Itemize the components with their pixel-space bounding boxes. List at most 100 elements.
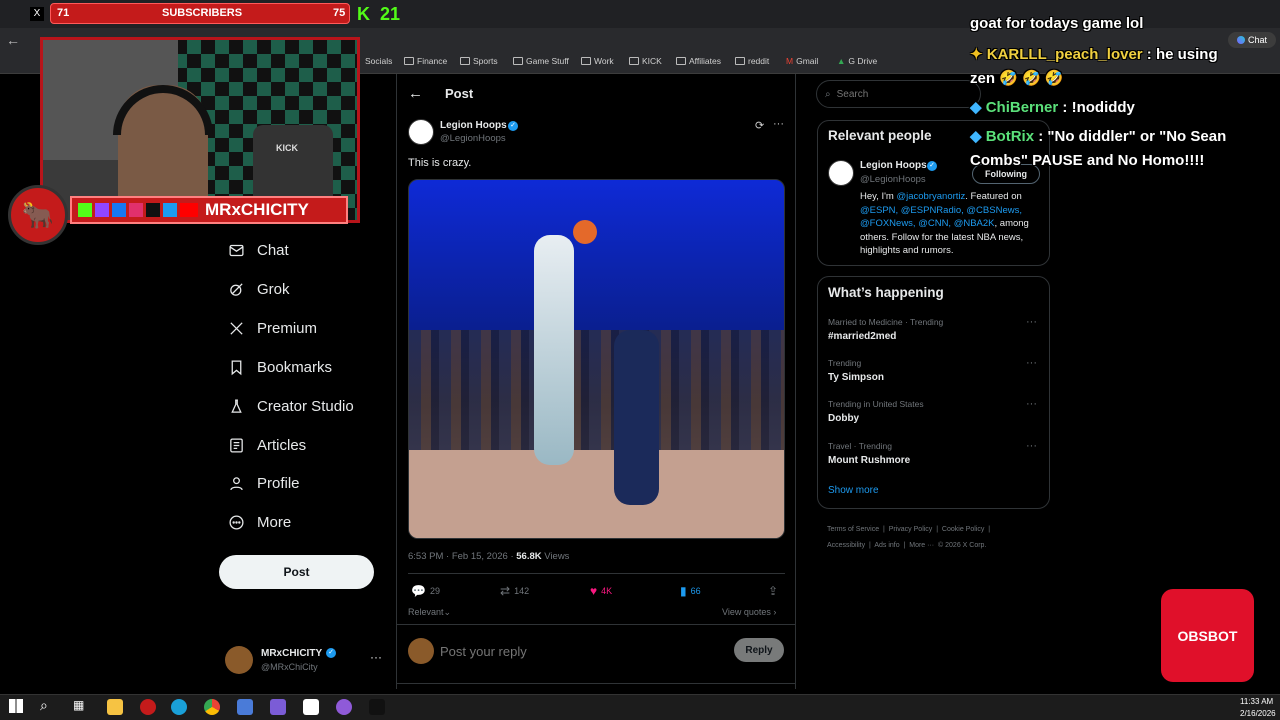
task-view-icon[interactable]: ▦: [73, 698, 84, 712]
relevant-sort[interactable]: Relevant⌄: [408, 607, 451, 618]
bookmark-affiliates[interactable]: Affiliates: [676, 56, 721, 66]
footer-ads[interactable]: Ads info: [874, 542, 899, 549]
repost-action[interactable]: ⇄ 142: [500, 584, 529, 598]
app-grid-icon[interactable]: [270, 699, 286, 715]
search-input[interactable]: [836, 88, 957, 100]
file-explorer-icon[interactable]: [107, 699, 123, 715]
capcut-icon[interactable]: [303, 699, 319, 715]
app-icon[interactable]: [140, 699, 156, 715]
account-more-icon[interactable]: ···: [370, 650, 382, 664]
bookmark-work[interactable]: Work: [581, 56, 614, 66]
footer-terms[interactable]: Terms of Service: [827, 526, 879, 533]
bio-text: Hey, I'm: [860, 191, 897, 202]
edge-icon[interactable]: [171, 699, 187, 715]
relevant-name[interactable]: Legion Hoops: [860, 160, 927, 171]
chat-line: ◆ BotRix : "No diddler" or "No Sean: [970, 127, 1226, 145]
bookmark-finance[interactable]: Finance: [404, 56, 447, 66]
bookmark-label: Gmail: [796, 56, 819, 66]
clock-date[interactable]: 2/16/2026: [1240, 709, 1276, 718]
bio-mention[interactable]: @jacobryanortiz: [896, 191, 965, 202]
nav-grok[interactable]: Grok: [228, 281, 290, 298]
reply-input[interactable]: [440, 640, 720, 662]
bookmark-action[interactable]: ▮ 66: [680, 584, 701, 598]
bookmark-gmail[interactable]: M Gmail: [786, 56, 818, 66]
footer-cookie[interactable]: Cookie Policy: [942, 526, 984, 533]
nav-premium[interactable]: Premium: [228, 320, 317, 337]
nav-bookmarks[interactable]: Bookmarks: [228, 359, 332, 376]
trend-more-icon[interactable]: ···: [1026, 357, 1037, 369]
bookmark-reddit[interactable]: reddit: [735, 56, 769, 66]
relevant-handle[interactable]: @LegionHoops: [860, 174, 926, 185]
view-quotes-link[interactable]: View quotes ›: [722, 607, 776, 617]
app-icon[interactable]: [237, 699, 253, 715]
like-action[interactable]: ♥ 4K: [590, 584, 612, 598]
grok-analyze-icon[interactable]: ⟳: [755, 119, 764, 132]
bookmark-icon: [231, 360, 242, 376]
back-arrow-icon[interactable]: ←: [6, 32, 20, 48]
reply-button[interactable]: Reply: [734, 638, 784, 662]
trend-item[interactable]: Married to Medicine · Trending #married2m…: [828, 317, 943, 342]
show-more-link[interactable]: Show more: [828, 485, 879, 496]
bookmark-label: KICK: [642, 56, 662, 66]
tab-x[interactable]: X: [30, 7, 44, 21]
tiktok-taskbar-icon[interactable]: [369, 699, 385, 715]
whats-happening-card: [817, 276, 1050, 509]
reply-divider-bottom: [397, 683, 795, 684]
chat-text: : he using: [1142, 46, 1218, 63]
reply-count: 29: [429, 586, 440, 596]
clock-time[interactable]: 11:33 AM: [1240, 697, 1273, 706]
trend-more-icon[interactable]: ···: [1026, 398, 1037, 410]
chat-line: goat for todays game lol: [970, 15, 1143, 32]
share-icon[interactable]: ⇪: [768, 584, 778, 598]
sub-count-right: 75: [333, 7, 346, 19]
drive-icon: ▲: [837, 56, 846, 66]
column-divider-right: [795, 74, 796, 689]
post-more-icon[interactable]: ···: [773, 118, 784, 130]
instagram-icon: [129, 203, 143, 217]
chat-user: KARLLL_peach_lover: [986, 46, 1143, 63]
trend-item[interactable]: Trending in United States Dobby: [828, 399, 924, 424]
app-icon[interactable]: [336, 699, 352, 715]
account-switcher[interactable]: MRxCHICITY ✓ @MRxChiCity ···: [225, 646, 385, 676]
author-avatar[interactable]: [408, 119, 434, 145]
trend-more-icon[interactable]: ···: [1026, 440, 1037, 452]
nav-profile[interactable]: Profile: [228, 475, 300, 492]
trend-item[interactable]: Trending Ty Simpson: [828, 358, 884, 383]
chrome-icon[interactable]: [204, 699, 220, 715]
bookmark-label: Socials: [365, 56, 393, 66]
chat-pill-button[interactable]: Chat: [1228, 32, 1276, 48]
nav-chat[interactable]: Chat: [228, 242, 289, 259]
post-video[interactable]: [408, 179, 785, 539]
nav-more[interactable]: More: [228, 514, 291, 531]
trend-more-icon[interactable]: ···: [1026, 316, 1037, 328]
search-taskbar-icon[interactable]: ⌕: [40, 697, 48, 714]
nav-articles[interactable]: Articles: [228, 437, 306, 454]
footer-more[interactable]: More ···: [909, 542, 934, 549]
relevant-avatar[interactable]: [828, 160, 854, 186]
folder-icon: [581, 57, 591, 65]
bookmark-game-stuff[interactable]: Game Stuff: [513, 56, 569, 66]
repost-count: 142: [514, 586, 530, 596]
search-box[interactable]: ⌕: [816, 80, 981, 108]
author-name[interactable]: Legion Hoops: [440, 120, 507, 131]
back-arrow-icon[interactable]: ←: [408, 85, 423, 102]
reply-action[interactable]: 💬 29: [411, 584, 440, 598]
author-handle[interactable]: @LegionHoops: [440, 133, 506, 144]
windows-start-icon[interactable]: [9, 699, 23, 713]
account-handle: @MRxChiCity: [261, 662, 318, 672]
article-icon: [230, 438, 243, 453]
nav-creator-studio[interactable]: Creator Studio: [228, 398, 354, 415]
nav-label: Grok: [257, 281, 290, 298]
bookmark-socials[interactable]: Socials: [365, 56, 392, 66]
post-button[interactable]: Post: [219, 555, 374, 589]
bookmark-gdrive[interactable]: ▲ G Drive: [837, 56, 877, 66]
post-timestamp[interactable]: 6:53 PM · Feb 15, 2026 ·: [408, 551, 516, 562]
copilot-icon: [1236, 36, 1245, 44]
footer-privacy[interactable]: Privacy Policy: [889, 526, 933, 533]
trend-item[interactable]: Travel · Trending Mount Rushmore: [828, 441, 910, 466]
footer-accessibility[interactable]: Accessibility: [827, 542, 865, 549]
bookmark-kick[interactable]: KICK: [629, 56, 662, 66]
bookmark-sports[interactable]: Sports: [460, 56, 498, 66]
reply-divider-top: [397, 624, 795, 625]
chat-line: ✦ KARLLL_peach_lover : he using: [970, 45, 1218, 63]
